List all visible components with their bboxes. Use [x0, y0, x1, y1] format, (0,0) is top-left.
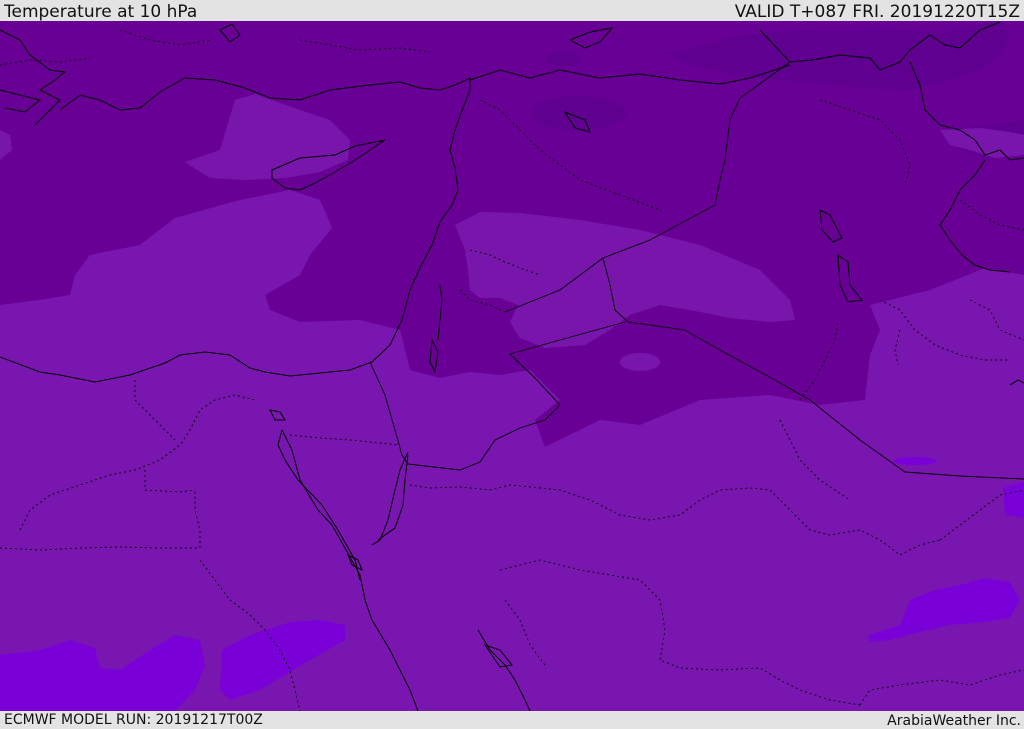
model-run: ECMWF MODEL RUN: 20191217T00Z — [4, 712, 263, 728]
footer-bar: ECMWF MODEL RUN: 20191217T00Z ArabiaWeat… — [0, 711, 1024, 729]
warm-patch-east-edge — [1003, 482, 1024, 518]
warm-spot — [620, 353, 660, 371]
cold-core-small — [545, 51, 581, 67]
valid-time: VALID T+087 FRI. 20191220T15Z — [734, 2, 1020, 22]
header-bar: Temperature at 10 hPa VALID T+087 FRI. 2… — [0, 0, 1024, 21]
credit-text: ArabiaWeather Inc. — [887, 713, 1021, 729]
weather-map[interactable] — [0, 21, 1024, 711]
map-title: Temperature at 10 hPa — [4, 2, 198, 22]
warm-spot-east — [893, 457, 937, 465]
cold-core-turkey — [530, 96, 626, 130]
